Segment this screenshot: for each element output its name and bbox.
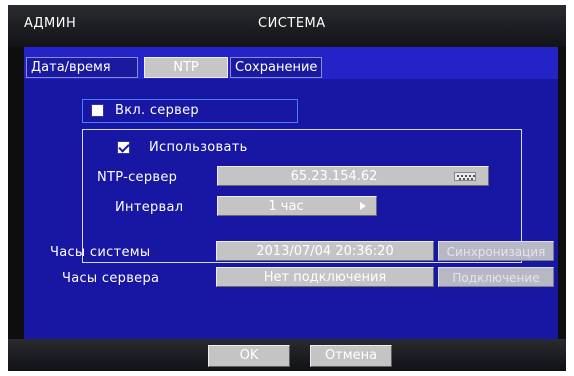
cancel-button[interactable]: Отмена	[310, 345, 392, 367]
dialog-title: СИСТЕМА	[258, 16, 326, 31]
interval-select[interactable]: 1 час	[217, 196, 377, 216]
ok-button[interactable]: OK	[208, 345, 290, 367]
interval-label: Интервал	[115, 200, 184, 215]
ntp-server-input[interactable]: 65.23.154.62	[217, 166, 489, 186]
system-clock-label: Часы системы	[50, 245, 151, 260]
interval-value: 1 час	[268, 199, 304, 214]
enable-server-row[interactable]: Вкл. сервер	[82, 99, 298, 123]
title-bar: АДМИН СИСТЕМА	[8, 5, 566, 47]
keyboard-icon[interactable]	[454, 172, 476, 181]
system-dialog: АДМИН СИСТЕМА Дата/время NTP Сохранение …	[8, 5, 566, 371]
tab-bar: Дата/время NTP Сохранение	[24, 47, 558, 79]
sync-button[interactable]: Синхронизация	[438, 241, 554, 261]
user-label: АДМИН	[24, 16, 77, 31]
ntp-server-value: 65.23.154.62	[290, 169, 378, 184]
enable-server-checkbox[interactable]	[91, 104, 104, 117]
use-ntp-label: Использовать	[149, 140, 248, 155]
system-clock-value: 2013/07/04 20:36:20	[216, 241, 434, 261]
use-ntp-checkbox[interactable]	[117, 141, 130, 154]
enable-server-label: Вкл. сервер	[115, 103, 199, 118]
button-bar: OK Отмена	[8, 339, 566, 371]
tab-datetime[interactable]: Дата/время	[26, 57, 138, 78]
tab-ntp[interactable]: NTP	[144, 57, 228, 78]
connect-button[interactable]: Подключение	[438, 267, 554, 287]
server-clock-value: Нет подключения	[216, 267, 434, 287]
settings-panel: Дата/время NTP Сохранение Вкл. сервер Ис…	[24, 47, 558, 339]
tab-save[interactable]: Сохранение	[230, 57, 322, 78]
server-clock-label: Часы сервера	[62, 271, 160, 286]
triangle-right-icon[interactable]	[360, 202, 366, 210]
ntp-server-label: NTP-сервер	[97, 170, 178, 185]
